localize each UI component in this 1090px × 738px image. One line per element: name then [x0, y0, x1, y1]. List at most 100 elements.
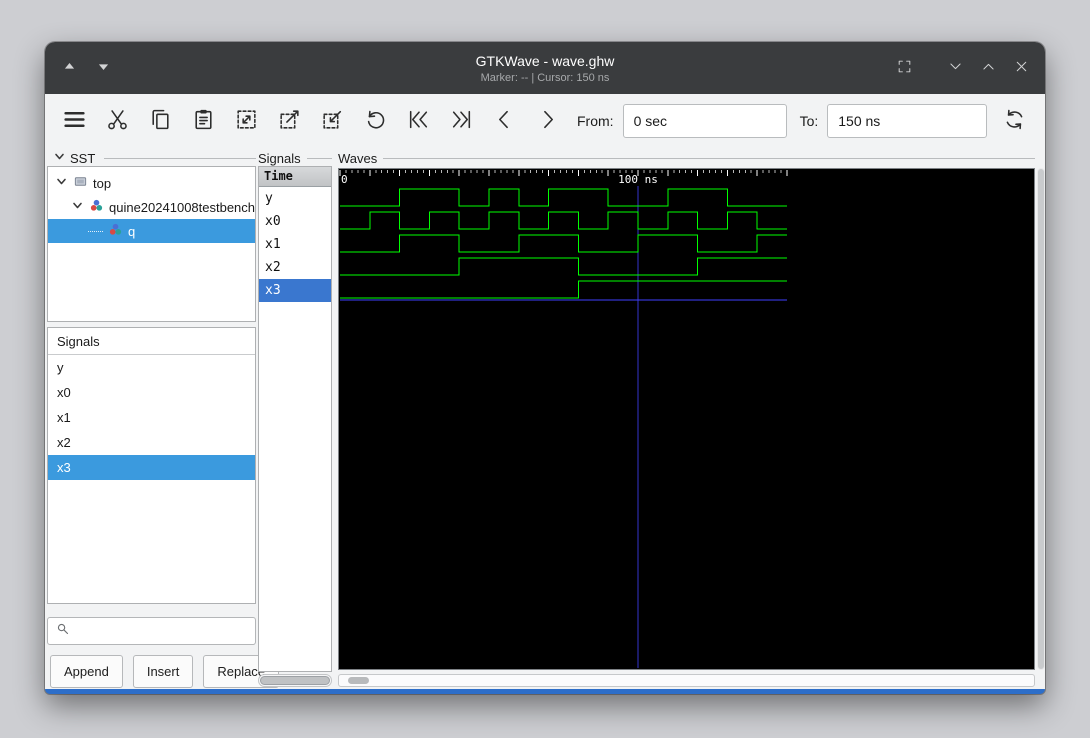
append-button[interactable]: Append	[50, 655, 123, 688]
zoom-fit-icon	[234, 107, 259, 135]
titlebar-arrow-up-button[interactable]	[57, 56, 81, 80]
waveform-area[interactable]: 0 100 ns	[338, 168, 1035, 670]
sst-label: SST	[70, 150, 96, 166]
minimize-button[interactable]	[943, 56, 967, 80]
tree-node-top[interactable]: top	[48, 171, 255, 195]
search-icon	[55, 621, 70, 641]
signal-list-item-x0[interactable]: x0	[48, 380, 255, 405]
cut-button[interactable]	[102, 106, 132, 136]
titlebar-arrow-down-button[interactable]	[91, 56, 115, 80]
signals-frame-label: Signals	[258, 150, 332, 166]
toolbar: From: To:	[45, 94, 1045, 148]
signal-list-item-x2[interactable]: x2	[48, 430, 255, 455]
tree-node-q[interactable]: q	[48, 219, 255, 243]
wave-name-rows: y x0 x1 x2 x3	[259, 187, 331, 302]
scrollbar-thumb[interactable]	[260, 676, 330, 685]
expander-chevron-icon	[71, 199, 84, 215]
undo-arrow-icon	[363, 107, 388, 135]
go-to-end-button[interactable]	[446, 106, 476, 136]
expander-chevron-icon	[55, 175, 68, 191]
wave-vertical-scrollbar[interactable]	[1037, 168, 1045, 670]
insert-button[interactable]: Insert	[132, 655, 194, 688]
fullscreen-icon	[896, 58, 913, 78]
zoom-in-button[interactable]	[274, 106, 304, 136]
paste-icon	[191, 107, 216, 135]
wave-name-row-y[interactable]: y	[259, 187, 331, 210]
fullscreen-button[interactable]	[892, 56, 916, 80]
waves-frame-title: Waves	[338, 150, 378, 166]
arrow-up-icon	[61, 58, 78, 78]
shift-left-button[interactable]	[489, 106, 519, 136]
scrollbar-thumb[interactable]	[1038, 169, 1044, 669]
module-icon	[73, 174, 88, 192]
tree-node-label: q	[128, 223, 136, 239]
sst-frame-line	[104, 157, 256, 159]
paste-button[interactable]	[188, 106, 218, 136]
to-label: To:	[799, 113, 819, 129]
sst-expander[interactable]: SST	[53, 150, 256, 166]
menu-icon	[62, 107, 87, 135]
signal-list-panel: Signals y x0 x1 x2 x3	[47, 327, 256, 604]
titlebar[interactable]: GTKWave - wave.ghw Marker: -- | Cursor: …	[45, 42, 1045, 94]
signal-list-item-x1[interactable]: x1	[48, 405, 255, 430]
wave-name-row-x0[interactable]: x0	[259, 210, 331, 233]
chevron-right-icon	[535, 107, 560, 135]
expander-chevron-icon	[53, 150, 66, 166]
component-icon	[89, 198, 104, 216]
tree-node-testbench[interactable]: quine20241008testbench	[48, 195, 255, 219]
skip-to-start-icon	[406, 107, 431, 135]
zoom-undo-button[interactable]	[360, 106, 390, 136]
copy-button[interactable]	[145, 106, 175, 136]
sst-tree: top quine20241008testbench q	[47, 166, 256, 322]
go-to-start-button[interactable]	[403, 106, 433, 136]
from-label: From:	[577, 113, 614, 129]
zoom-out-icon	[320, 107, 345, 135]
wave-horizontal-scrollbar[interactable]	[338, 674, 1035, 687]
signal-list: y x0 x1 x2 x3	[48, 355, 255, 480]
chevron-down-icon	[947, 58, 964, 78]
waveform-canvas[interactable]: 0 100 ns	[339, 169, 1034, 669]
wave-name-row-x1[interactable]: x1	[259, 233, 331, 256]
close-button[interactable]	[1009, 56, 1033, 80]
signals-frame-line	[306, 157, 332, 159]
wave-name-panel: Time y x0 x1 x2 x3	[258, 166, 332, 672]
time-header: Time	[259, 167, 331, 187]
tree-connector-line	[88, 230, 103, 232]
zoom-in-icon	[277, 107, 302, 135]
signal-action-buttons: Append Insert Replace	[50, 655, 280, 688]
svg-text:100 ns: 100 ns	[618, 173, 658, 186]
reload-icon	[1002, 107, 1027, 135]
component-icon	[108, 222, 123, 240]
zoom-fit-button[interactable]	[231, 106, 261, 136]
signal-list-header: Signals	[48, 328, 255, 355]
wave-name-row-x2[interactable]: x2	[259, 256, 331, 279]
from-input[interactable]	[622, 104, 787, 138]
reload-button[interactable]	[999, 106, 1029, 136]
waves-frame-line	[383, 157, 1035, 159]
skip-to-end-icon	[449, 107, 474, 135]
to-input[interactable]	[827, 104, 988, 138]
scrollbar-thumb[interactable]	[348, 677, 369, 684]
wave-name-row-x3[interactable]: x3	[259, 279, 331, 302]
chevron-left-icon	[492, 107, 517, 135]
maximize-button[interactable]	[976, 56, 1000, 80]
gtkwave-window: GTKWave - wave.ghw Marker: -- | Cursor: …	[45, 42, 1045, 694]
zoom-out-button[interactable]	[317, 106, 347, 136]
signals-frame-title: Signals	[258, 150, 301, 166]
chevron-up-icon	[980, 58, 997, 78]
tree-node-label: top	[93, 175, 112, 191]
tree-node-label: quine20241008testbench	[109, 199, 255, 215]
signal-search-input[interactable]	[76, 623, 248, 639]
signal-search-box[interactable]	[47, 617, 256, 645]
signal-list-item-y[interactable]: y	[48, 355, 255, 380]
menu-button[interactable]	[59, 106, 89, 136]
name-panel-scrollbar[interactable]	[258, 674, 332, 687]
arrow-down-icon	[95, 58, 112, 78]
copy-icon	[148, 107, 173, 135]
waves-frame-label: Waves	[338, 150, 1035, 166]
scissors-icon	[105, 107, 130, 135]
close-icon	[1013, 58, 1030, 78]
shift-right-button[interactable]	[532, 106, 562, 136]
signal-list-item-x3[interactable]: x3	[48, 455, 255, 480]
main-area: SST top quine20241008testbench q Signals…	[45, 148, 1045, 689]
